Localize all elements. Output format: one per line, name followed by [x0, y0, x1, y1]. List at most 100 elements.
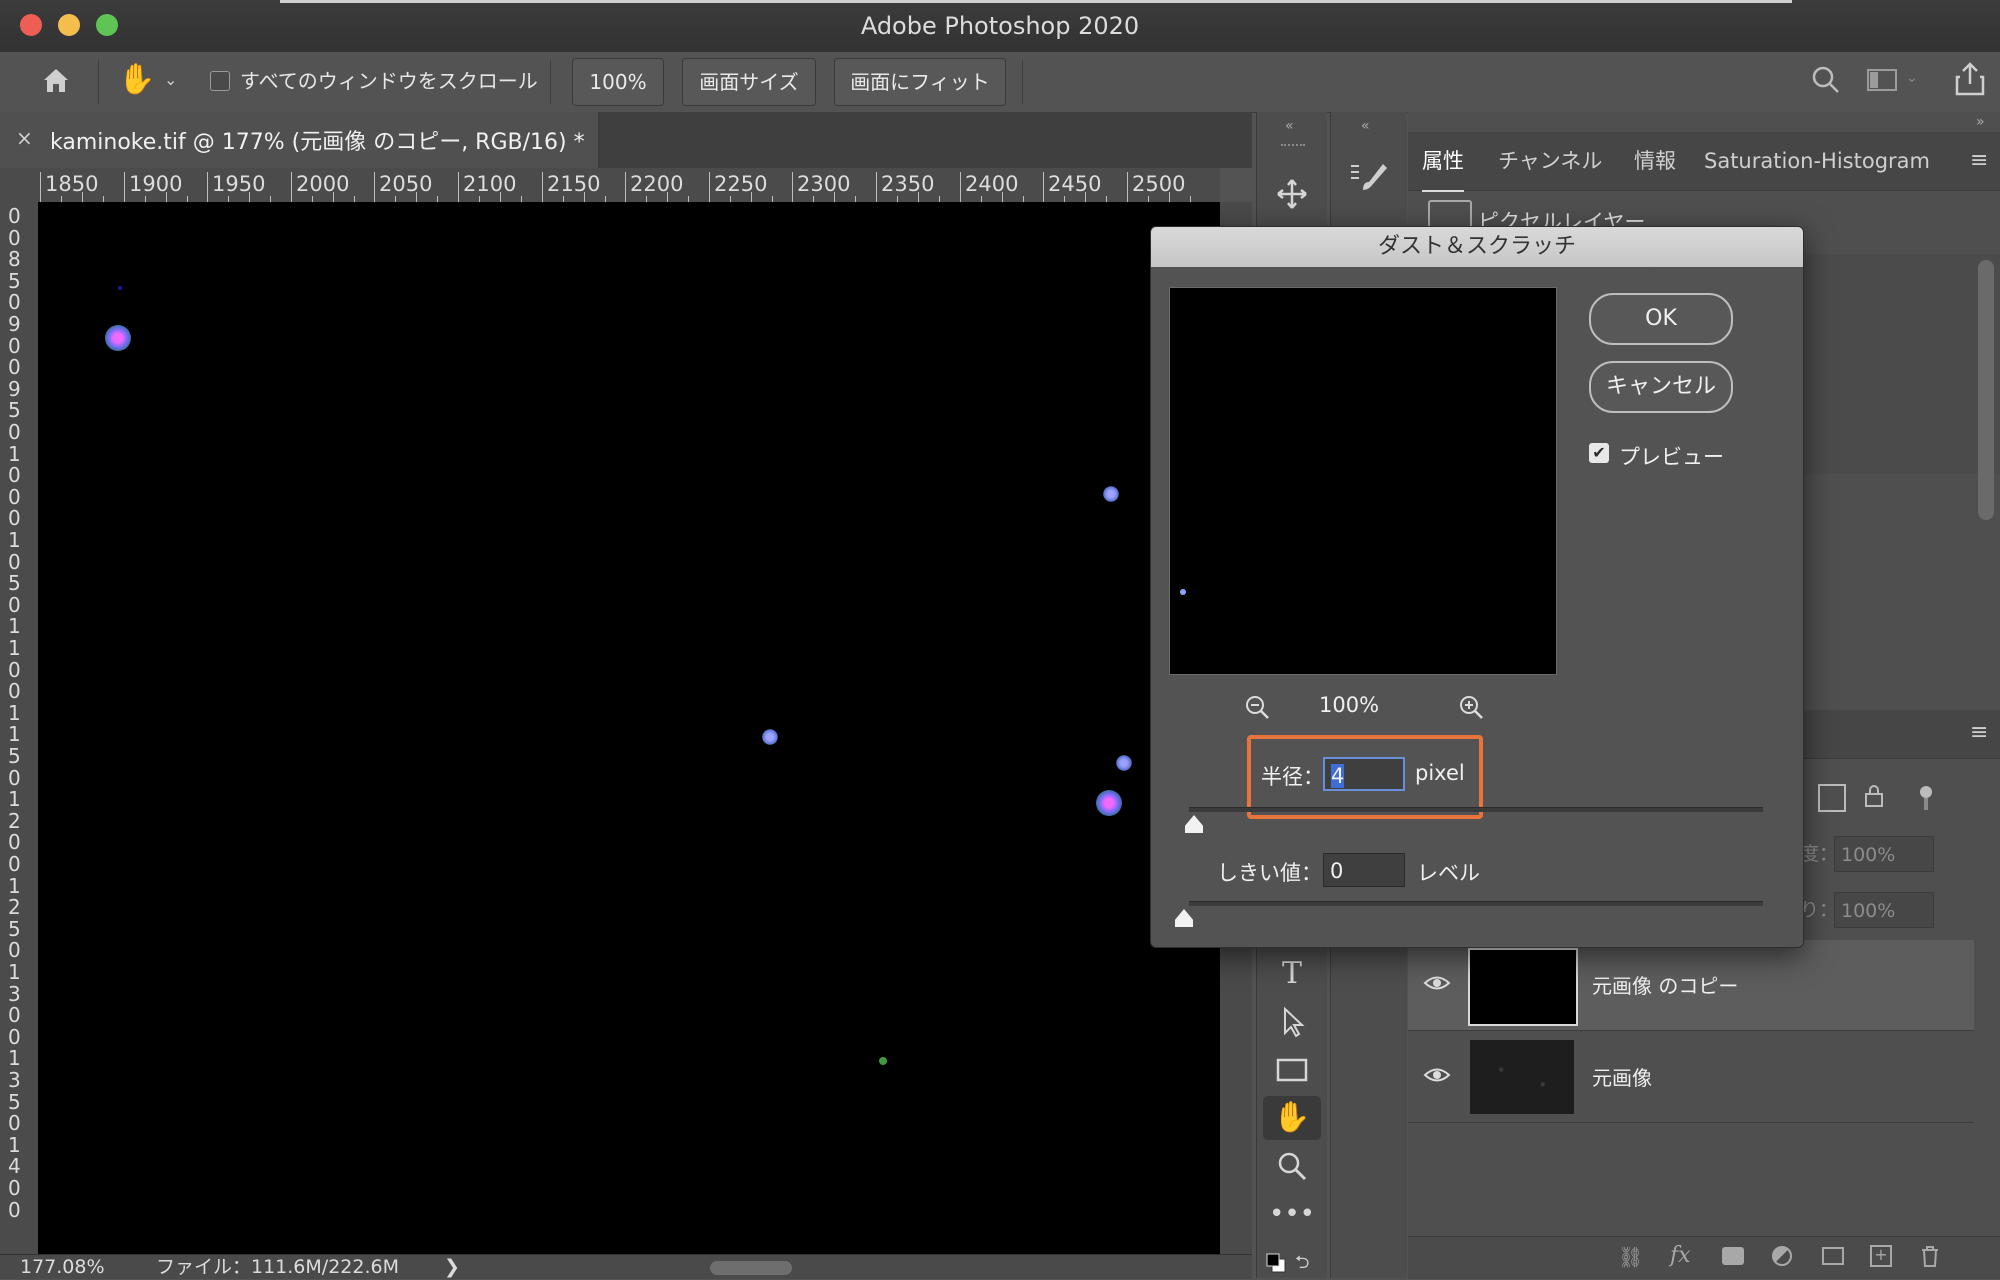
fill-screen-button[interactable]: 画面にフィット	[834, 58, 1006, 106]
type-tool-icon[interactable]: T	[1263, 952, 1321, 996]
path-selection-tool-icon[interactable]	[1263, 1000, 1321, 1044]
link-layers-icon[interactable]: ⛓	[1618, 1245, 1643, 1269]
more-tools-icon[interactable]: •••	[1263, 1192, 1321, 1236]
lock-toggle-icon[interactable]	[1918, 784, 1934, 812]
status-zoom[interactable]: 177.08%	[20, 1255, 105, 1279]
radius-slider-track[interactable]	[1189, 807, 1763, 812]
visibility-eye-icon[interactable]	[1422, 1060, 1452, 1090]
ruler-minor-tick	[834, 192, 835, 202]
ruler-label: 2200	[630, 172, 684, 196]
document-tab[interactable]: × kaminoke.tif @ 177% (元画像 のコピー, RGB/16)…	[0, 112, 599, 168]
lock-artboard-icon[interactable]	[1818, 784, 1846, 812]
tab-channels[interactable]: チャンネル	[1498, 132, 1602, 190]
threshold-unit: レベル	[1417, 861, 1480, 885]
fx-icon[interactable]: fx	[1670, 1243, 1691, 1268]
foreground-background-icon[interactable]	[1265, 1252, 1287, 1274]
fill-field[interactable]: 100%	[1834, 892, 1934, 928]
add-mask-icon[interactable]	[1722, 1247, 1744, 1265]
trash-icon[interactable]	[1920, 1245, 1940, 1267]
hand-tool-icon[interactable]: ✋	[118, 60, 155, 100]
scroll-all-checkbox[interactable]	[210, 71, 230, 91]
layer-row[interactable]: 元画像	[1408, 1032, 1974, 1123]
ruler-label: 5	[8, 744, 21, 768]
canvas-speck	[762, 729, 778, 745]
ruler-tick	[458, 172, 459, 202]
panel-menu-icon[interactable]: ≡	[1970, 132, 1988, 190]
ruler-minor-tick	[1169, 192, 1170, 202]
hand-tool-active-icon[interactable]: ✋	[1263, 1096, 1321, 1140]
lock-all-icon[interactable]	[1862, 784, 1886, 808]
ok-button[interactable]: OK	[1589, 293, 1733, 345]
threshold-input[interactable]: 0	[1323, 853, 1405, 887]
workspace-icon[interactable]	[1866, 66, 1900, 94]
ruler-label: 8	[8, 247, 21, 272]
search-icon[interactable]	[1810, 64, 1842, 96]
ruler-label: 0	[8, 830, 21, 855]
radius-slider-thumb[interactable]	[1185, 815, 1203, 833]
swap-colors-icon[interactable]: ⮌	[1295, 1250, 1309, 1280]
workspace-chevron-icon[interactable]: ⌄	[1906, 70, 1918, 86]
layers-menu-icon[interactable]: ≡	[1970, 720, 1988, 745]
zoom-tool-icon[interactable]	[1263, 1144, 1321, 1188]
collapse-panel-icon[interactable]: «	[1361, 118, 1370, 134]
group-folder-icon[interactable]	[1822, 1247, 1844, 1265]
ruler-tick	[960, 172, 961, 202]
share-icon[interactable]	[1952, 60, 1988, 100]
ruler-label: 3	[8, 1068, 21, 1092]
ruler-minor-tick	[166, 192, 167, 202]
zoom-in-icon[interactable]	[1457, 693, 1485, 721]
window-title: Adobe Photoshop 2020	[860, 12, 1140, 40]
visibility-eye-icon[interactable]	[1422, 968, 1452, 998]
grip-icon	[1281, 144, 1305, 152]
new-layer-icon[interactable]: +	[1870, 1245, 1892, 1267]
move-tool-icon[interactable]	[1263, 172, 1321, 216]
ruler-minor-tick	[584, 192, 585, 202]
ruler-label: 2300	[797, 172, 851, 196]
opacity-field[interactable]: 100%	[1834, 836, 1934, 872]
rectangle-tool-icon[interactable]	[1263, 1048, 1321, 1092]
ruler-tick	[1043, 172, 1044, 202]
ruler-label: 9	[8, 312, 21, 336]
threshold-slider-track[interactable]	[1189, 901, 1763, 906]
fit-screen-button[interactable]: 画面サイズ	[682, 58, 816, 106]
ruler-label: 1	[8, 636, 21, 660]
ruler-label: 0	[8, 592, 21, 617]
close-tab-icon[interactable]: ×	[16, 126, 33, 150]
ruler-label: 9	[8, 376, 21, 401]
tab-saturation-histogram[interactable]: Saturation-Histogram	[1704, 132, 1930, 190]
ruler-label: 0	[8, 420, 21, 444]
ruler-minor-tick	[667, 192, 668, 202]
ruler-tick	[792, 172, 793, 202]
brush-preset-icon[interactable]	[1347, 158, 1391, 198]
filter-preview[interactable]	[1169, 287, 1557, 675]
radius-input[interactable]: 4	[1323, 757, 1405, 791]
layer-row[interactable]: 元画像 のコピー	[1408, 940, 1974, 1031]
ruler-label: 0	[8, 204, 21, 228]
ruler-label: 1850	[45, 172, 99, 196]
status-arrow-icon[interactable]: ❯	[444, 1255, 460, 1279]
zoom-out-icon[interactable]	[1243, 693, 1271, 721]
preview-checkbox[interactable]: ✔	[1589, 443, 1609, 463]
tab-info[interactable]: 情報	[1634, 132, 1676, 190]
adjustment-layer-icon[interactable]	[1772, 1246, 1792, 1266]
cancel-button[interactable]: キャンセル	[1589, 361, 1733, 413]
threshold-slider-thumb[interactable]	[1175, 909, 1193, 927]
horizontal-scrollbar-thumb[interactable]	[710, 1261, 792, 1275]
zoom-100-button[interactable]: 100%	[572, 58, 664, 106]
properties-scrollbar[interactable]	[1978, 260, 1994, 520]
panel-tabs: 属性 チャンネル 情報 Saturation-Histogram ≡	[1408, 132, 2000, 192]
canvas-speck	[1096, 790, 1122, 816]
ruler-tick	[291, 172, 292, 202]
chevron-down-icon[interactable]: ⌄	[164, 70, 184, 90]
collapse-tools-icon[interactable]: «	[1285, 118, 1294, 134]
home-icon[interactable]	[38, 62, 74, 98]
ruler-label: 5	[8, 398, 21, 423]
ruler-tick	[709, 172, 710, 202]
tab-properties[interactable]: 属性	[1422, 132, 1464, 192]
horizontal-ruler: 1850 1900 1950 2000 2050 2100 2150 2200 2250 2300…	[38, 168, 1220, 203]
document-canvas[interactable]	[38, 202, 1220, 1254]
ruler-tick	[542, 172, 543, 202]
expand-panels-icon[interactable]: »	[1976, 114, 1985, 130]
ruler-label: 3	[8, 981, 21, 1006]
ruler-label: 0	[8, 765, 21, 790]
